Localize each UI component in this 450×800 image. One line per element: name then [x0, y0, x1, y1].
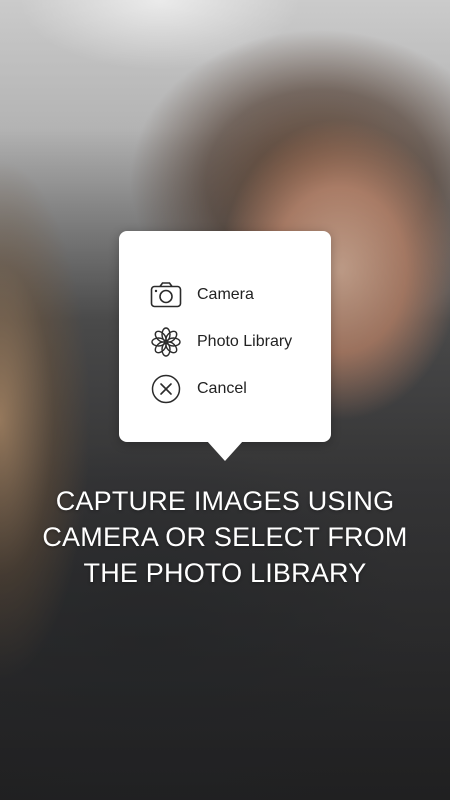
popover-pointer	[207, 441, 243, 461]
camera-icon	[150, 279, 182, 311]
camera-option[interactable]: Camera	[150, 279, 254, 311]
onboarding-screen: Camera Photo Library Cancel CAPTURE IMAG…	[0, 0, 450, 800]
photo-library-option[interactable]: Photo Library	[150, 326, 292, 358]
onboarding-caption: CAPTURE IMAGES USING CAMERA OR SELECT FR…	[42, 486, 408, 588]
photo-library-option-label: Photo Library	[197, 333, 293, 350]
close-circle-icon	[150, 373, 182, 405]
cancel-option-label: Cancel	[197, 380, 247, 397]
flower-icon	[150, 326, 182, 358]
image-source-popover: Camera Photo Library Cancel	[119, 231, 331, 442]
camera-option-label: Camera	[197, 286, 254, 303]
cancel-option[interactable]: Cancel	[150, 373, 247, 405]
